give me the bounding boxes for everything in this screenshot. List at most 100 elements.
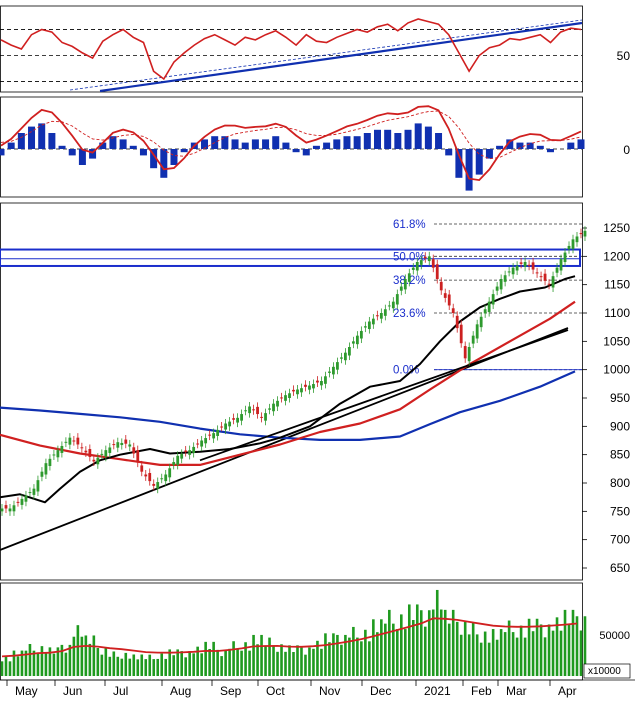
price-candle-body [272, 403, 275, 412]
price-candle-body [24, 495, 28, 502]
macd-histogram-bar [78, 149, 86, 165]
volume-bar [411, 620, 415, 676]
volume-bar [551, 630, 555, 676]
volume-bar [172, 655, 176, 676]
price-tick-label: 1150 [604, 278, 630, 292]
price-candle-body [16, 501, 20, 503]
volume-bar [396, 629, 399, 676]
price-candle-body [363, 326, 367, 328]
volume-bar [128, 658, 132, 676]
volume-bar [539, 624, 543, 676]
volume-bar [547, 624, 551, 676]
macd-histogram-bar [394, 133, 402, 149]
macd-histogram-bar [435, 133, 443, 149]
price-tick-label: 1050 [603, 334, 630, 348]
price-candle-body [204, 438, 208, 444]
volume-bar [72, 636, 76, 676]
price-candle-body [559, 259, 563, 271]
volume-bar [236, 648, 239, 676]
price-candle-body [439, 281, 443, 291]
volume-bar [567, 623, 571, 676]
volume-bar [28, 644, 32, 676]
volume-bar [84, 635, 88, 676]
volume-bar [507, 620, 511, 676]
price-candle-body [563, 252, 567, 262]
price-candle-body [8, 508, 12, 512]
macd-histogram-bar [170, 149, 178, 165]
price-candle-body [515, 265, 519, 271]
volume-bar [284, 651, 287, 676]
price-candle-body [423, 256, 427, 259]
price-candle-body [451, 308, 455, 313]
price-candle-body [471, 335, 475, 344]
volume-bar [467, 634, 471, 676]
price-tick-label: 950 [610, 391, 630, 405]
macd-histogram-bar [485, 149, 493, 159]
macd-histogram-bar [363, 133, 371, 149]
price-candle-body [96, 457, 100, 465]
price-candle-body [483, 309, 487, 314]
macd-histogram-bar [0, 149, 5, 156]
macd-tick-label: 0 [623, 143, 630, 157]
macd-histogram-bar [68, 149, 76, 156]
price-candle-body [583, 230, 587, 237]
macd-histogram-bar [58, 145, 66, 149]
price-candle-body [20, 498, 24, 505]
price-candle-body [347, 347, 351, 356]
volume-bar [376, 632, 379, 676]
price-candle-body [224, 423, 228, 430]
macd-histogram-bar [404, 129, 412, 149]
price-candle-body [280, 397, 283, 399]
volume-bar [280, 644, 283, 676]
volume-bar [144, 659, 148, 676]
price-candle-body [264, 413, 267, 421]
price-candle-body [92, 459, 96, 462]
volume-bar [152, 659, 156, 676]
price-candle-body [435, 264, 439, 279]
month-label: May [15, 684, 38, 698]
price-candle-body [140, 465, 144, 472]
volume-bar [543, 637, 547, 676]
price-candle-body [72, 440, 76, 442]
price-candle-body [571, 239, 575, 249]
price-candle-body [172, 462, 176, 465]
price-candle-body [124, 439, 128, 444]
volume-bar [380, 619, 383, 676]
volume-bar [328, 642, 331, 676]
price-candle-body [288, 393, 291, 398]
price-candle-body [120, 442, 124, 446]
volume-bar [160, 653, 164, 676]
price-tick-label: 800 [610, 476, 630, 490]
price-candle-body [144, 474, 148, 477]
price-tick-label: 1200 [603, 249, 630, 263]
volume-bar [100, 654, 104, 676]
volume-bar [272, 645, 275, 676]
volume-bar [136, 659, 140, 676]
volume-bar [471, 622, 475, 676]
volume-bar [336, 634, 339, 676]
price-candle-body [152, 483, 156, 486]
volume-bar [156, 658, 160, 676]
macd-histogram-bar [465, 149, 473, 191]
price-candle-body [40, 471, 44, 477]
volume-bar [40, 646, 44, 676]
chart-canvas: 650 700 750 800 850 900 950 1000 1050 1100 1150 120… [0, 0, 635, 698]
stock-chart: 650 700 750 800 850 900 950 1000 1050 1100 1150 120… [0, 0, 635, 698]
volume-bar [148, 654, 152, 676]
volume-bar [276, 651, 279, 676]
price-candle-body [511, 267, 515, 275]
volume-bar [228, 648, 231, 676]
volume-bar [0, 661, 4, 676]
price-candle-body [128, 444, 132, 447]
price-candle-body [48, 458, 52, 466]
price-candle-body [56, 450, 60, 458]
volume-bar [288, 645, 291, 676]
volume-bar [519, 625, 523, 676]
price-candle-body [316, 380, 319, 383]
volume-bar [256, 644, 259, 676]
price-candle-body [344, 352, 347, 361]
price-candle-body [336, 362, 339, 370]
volume-bar [252, 634, 255, 676]
volume-bar [52, 653, 56, 676]
volume-bar [200, 653, 203, 676]
